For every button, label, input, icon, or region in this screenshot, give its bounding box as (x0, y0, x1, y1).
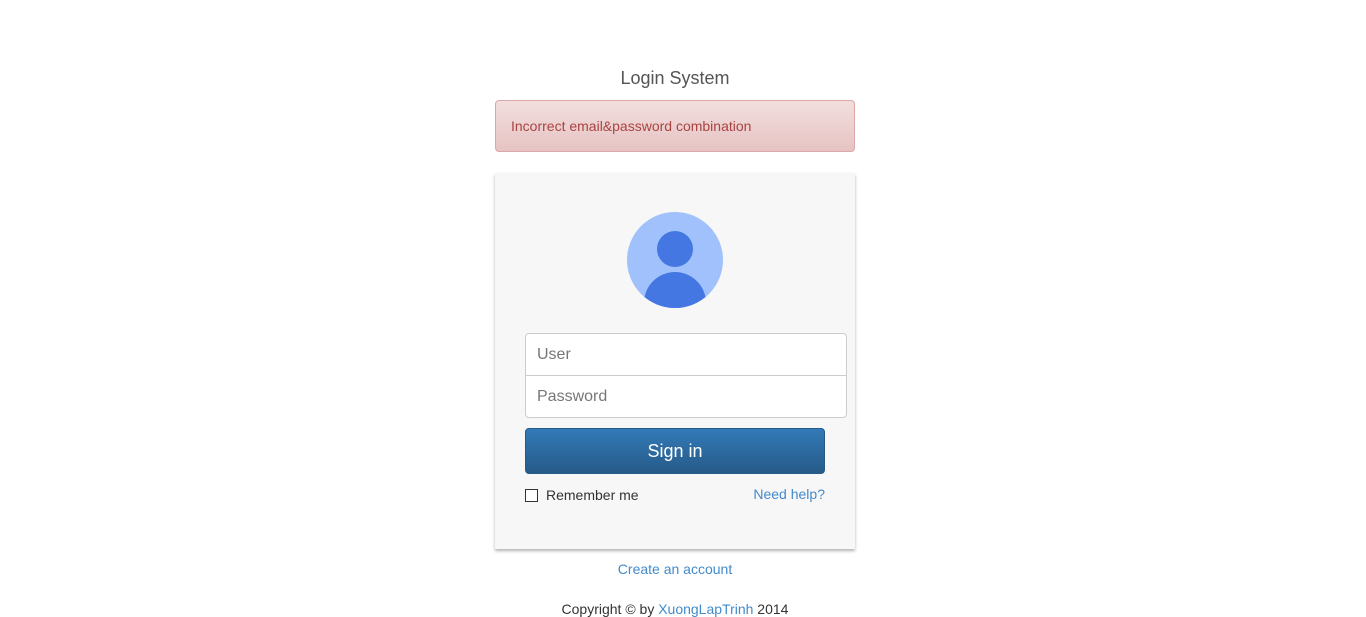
footer-author-link[interactable]: XuongLapTrinh (658, 601, 753, 617)
footer-suffix: 2014 (753, 601, 789, 617)
footer-prefix: Copyright © by (561, 601, 659, 617)
remember-me-label: Remember me (546, 487, 639, 503)
page-title: Login System (620, 68, 730, 88)
login-card: Sign in Remember me Need help? (495, 173, 855, 549)
password-input[interactable] (525, 375, 847, 418)
avatar-body (644, 272, 706, 308)
error-alert-message: Incorrect email&password combination (511, 118, 752, 134)
sign-in-button[interactable]: Sign in (525, 428, 825, 474)
need-help-link[interactable]: Need help? (753, 486, 825, 502)
error-alert: Incorrect email&password combination (495, 100, 855, 152)
user-input[interactable] (525, 333, 847, 376)
create-account-link[interactable]: Create an account (495, 561, 855, 577)
remember-me-checkbox[interactable] (525, 488, 538, 502)
user-avatar-icon (627, 212, 723, 308)
footer: Copyright © by XuongLapTrinh 2014 (495, 601, 855, 617)
remember-me[interactable]: Remember me (525, 486, 639, 504)
avatar-head (657, 231, 693, 267)
